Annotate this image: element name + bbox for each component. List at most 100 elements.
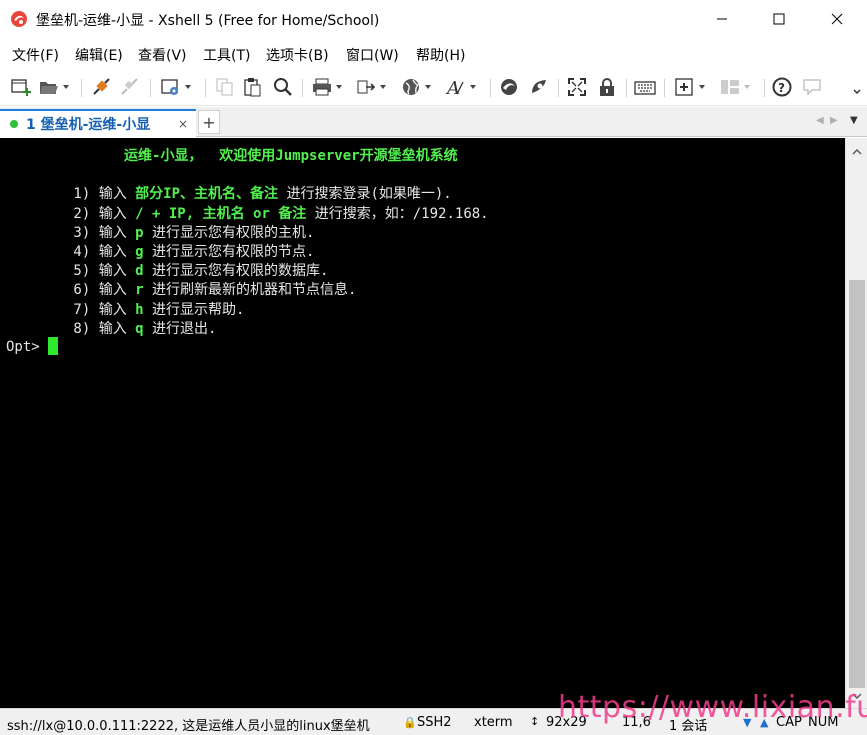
tab-scroll-left-icon[interactable]: ◀ bbox=[816, 115, 824, 126]
lock-button[interactable] bbox=[596, 75, 618, 99]
menu-help[interactable]: 帮助(H) bbox=[416, 45, 465, 65]
terminal-highlight-text: q bbox=[135, 320, 144, 337]
keyboard-icon bbox=[634, 81, 656, 95]
scroll-up-icon[interactable] bbox=[851, 146, 863, 158]
tab-scroll-right-icon[interactable]: ▶ bbox=[830, 115, 838, 126]
search-icon bbox=[274, 78, 292, 96]
status-terminal-type: xterm bbox=[474, 715, 513, 730]
keyboard-button[interactable] bbox=[634, 75, 656, 99]
terminal-line: 3) 输入 p 进行显示您有权限的主机. bbox=[6, 222, 314, 241]
tab-session-1[interactable]: 1 堡垒机-运维-小显 × bbox=[0, 109, 196, 137]
menu-bar: 文件(F) 编辑(E) 查看(V) 工具(T) 选项卡(B) 窗口(W) 帮助(… bbox=[0, 40, 867, 68]
properties-icon bbox=[161, 79, 178, 95]
terminal-highlight-text: / + IP, 主机名 or 备注 bbox=[135, 205, 307, 222]
terminal-text: 5) 输入 bbox=[6, 263, 136, 280]
terminal-text: 4) 输入 bbox=[6, 244, 136, 260]
close-window-button[interactable] bbox=[808, 0, 866, 38]
globe-button[interactable] bbox=[400, 75, 431, 99]
layout-icon bbox=[721, 80, 739, 94]
resize-icon: ↕ bbox=[530, 715, 540, 728]
terminal-text: Opt> bbox=[6, 339, 49, 355]
terminal-line: 4) 输入 g 进行显示您有权限的节点. bbox=[6, 241, 314, 260]
terminal-text: 8) 输入 bbox=[6, 320, 136, 337]
terminal-text: 进行显示您有权限的主机. bbox=[143, 224, 315, 241]
xftp-button[interactable] bbox=[498, 75, 520, 99]
svg-text:?: ? bbox=[778, 81, 785, 95]
terminal-screen[interactable]: 运维-小显， 欢迎使用Jumpserver开源堡垒机系统 1) 输入 部分IP、… bbox=[0, 138, 845, 708]
lock-status-icon: 🔒 bbox=[403, 716, 417, 729]
watermark-text: https://www.lixian.fun bbox=[558, 690, 867, 725]
menu-file[interactable]: 文件(F) bbox=[12, 45, 59, 65]
terminal-highlight-text: r bbox=[135, 282, 144, 299]
window-title: 堡垒机-运维-小显 - Xshell 5 (Free for Home/Scho… bbox=[36, 13, 380, 29]
status-connection: ssh://lx@10.0.0.111:2222, 这是运维人员小显的linux… bbox=[7, 719, 370, 734]
status-protocol: SSH2 bbox=[417, 715, 452, 730]
terminal-line: Opt> bbox=[6, 337, 59, 356]
tab-label[interactable]: 1 堡垒机-运维-小显 bbox=[26, 114, 150, 134]
file-transfer-icon bbox=[357, 80, 376, 94]
scrollbar-thumb[interactable] bbox=[849, 280, 865, 688]
lock-icon bbox=[600, 78, 614, 96]
connect-icon bbox=[93, 78, 110, 95]
terminal-text: 进行显示您有权限的数据库. bbox=[143, 263, 329, 280]
close-icon bbox=[831, 13, 843, 25]
xmanager-button[interactable] bbox=[528, 75, 550, 99]
tab-close-icon[interactable]: × bbox=[178, 117, 188, 131]
menu-tab[interactable]: 选项卡(B) bbox=[266, 45, 329, 65]
tab-list-icon[interactable]: ▼ bbox=[850, 115, 858, 126]
terminal-line: 5) 输入 d 进行显示您有权限的数据库. bbox=[6, 260, 328, 279]
layout-button[interactable] bbox=[719, 75, 750, 99]
terminal-highlight-text: h bbox=[135, 301, 144, 318]
connect-button[interactable] bbox=[90, 75, 112, 99]
new-session-button[interactable] bbox=[10, 75, 32, 99]
help-button[interactable]: ? bbox=[771, 75, 793, 99]
terminal-text: 1) 输入 bbox=[6, 186, 136, 203]
terminal-text: 3) 输入 bbox=[6, 224, 136, 241]
minimize-button[interactable] bbox=[693, 0, 751, 38]
new-tab-button[interactable] bbox=[674, 75, 705, 99]
maximize-button[interactable] bbox=[750, 0, 808, 38]
menu-view[interactable]: 查看(V) bbox=[138, 45, 187, 65]
terminal-text: 7) 输入 bbox=[6, 301, 136, 318]
add-tab-icon bbox=[675, 78, 693, 96]
fullscreen-icon bbox=[568, 78, 586, 96]
find-button[interactable] bbox=[272, 75, 294, 99]
xshell-logo-icon bbox=[11, 11, 27, 27]
help-icon: ? bbox=[772, 77, 792, 97]
xmanager-icon bbox=[532, 80, 546, 93]
folder-open-icon bbox=[40, 82, 58, 94]
title-bar: 堡垒机-运维-小显 - Xshell 5 (Free for Home/Scho… bbox=[0, 0, 867, 38]
chat-button[interactable] bbox=[801, 75, 823, 99]
transfer-button[interactable] bbox=[355, 75, 386, 99]
terminal-scrollbar[interactable] bbox=[845, 138, 867, 708]
font-icon: A bbox=[445, 78, 464, 98]
add-tab-button[interactable]: + bbox=[198, 110, 220, 134]
terminal-text: 6) 输入 bbox=[6, 282, 136, 299]
disconnect-button[interactable] bbox=[118, 75, 140, 99]
copy-button[interactable] bbox=[214, 75, 236, 99]
new-session-icon bbox=[11, 79, 31, 96]
font-button[interactable]: A bbox=[445, 75, 476, 99]
minimize-icon bbox=[717, 18, 727, 20]
xftp-icon bbox=[501, 79, 517, 95]
terminal-highlight-text: g bbox=[135, 244, 144, 260]
menu-tools[interactable]: 工具(T) bbox=[203, 45, 250, 65]
svg-text:A: A bbox=[445, 78, 460, 98]
print-button[interactable] bbox=[311, 75, 342, 99]
terminal-text: 2) 输入 bbox=[6, 205, 136, 222]
copy-icon bbox=[216, 78, 233, 96]
open-session-button[interactable] bbox=[38, 75, 69, 99]
properties-button[interactable] bbox=[160, 75, 191, 99]
fullscreen-button[interactable] bbox=[566, 75, 588, 99]
chevron-down-icon bbox=[853, 89, 861, 95]
tab-bar: 1 堡垒机-运维-小显 × + ◀ ▶ ▼ bbox=[0, 107, 867, 137]
toolbar-more-button[interactable] bbox=[852, 75, 862, 99]
menu-window[interactable]: 窗口(W) bbox=[346, 45, 399, 65]
terminal-text: 进行搜索登录(如果唯一). bbox=[278, 186, 452, 203]
terminal-text: 进行显示帮助. bbox=[143, 301, 245, 318]
terminal-line: 运维-小显， 欢迎使用Jumpserver开源堡垒机系统 bbox=[6, 145, 458, 164]
terminal-text: 进行刷新最新的机器和节点信息. bbox=[143, 282, 357, 299]
connected-status-icon bbox=[10, 120, 18, 128]
paste-button[interactable] bbox=[242, 75, 264, 99]
menu-edit[interactable]: 编辑(E) bbox=[75, 45, 123, 65]
